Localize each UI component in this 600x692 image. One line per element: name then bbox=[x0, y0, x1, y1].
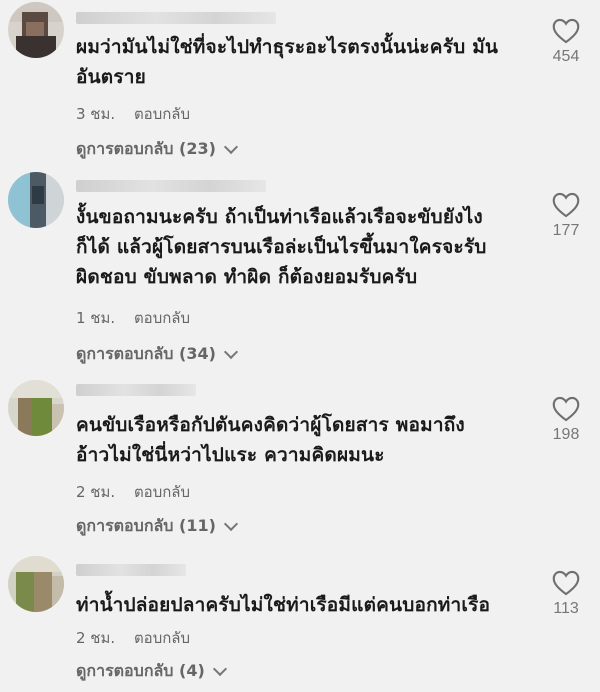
reply-button[interactable]: ตอบกลับ bbox=[134, 629, 190, 647]
comment-text-line: ท่าน้ำปล่อยปลาครับไม่ใช่ท่าเรือมีแต่คนบอ… bbox=[76, 594, 491, 616]
username-blurred[interactable] bbox=[76, 12, 276, 24]
comment-text-line: ผิดชอบ ขับพลาด ทำผิด ก็ต้องยอมรับครับ bbox=[76, 266, 418, 288]
view-replies-label: ดูการตอบกลับ (34) bbox=[76, 344, 216, 363]
comment-text-line: อันตราย bbox=[76, 66, 146, 88]
chevron-down-icon bbox=[223, 344, 238, 360]
reply-button[interactable]: ตอบกลับ bbox=[134, 105, 190, 123]
comment-meta: 3 ชม. ตอบกลับ bbox=[76, 102, 190, 126]
view-replies-button[interactable]: ดูการตอบกลับ (23) bbox=[76, 137, 238, 162]
view-replies-button[interactable]: ดูการตอบกลับ (4) bbox=[76, 659, 227, 684]
comment-text: ท่าน้ำปล่อยปลาครับไม่ใช่ท่าเรือมีแต่คนบอ… bbox=[76, 590, 536, 620]
comment-2: งั้นขอถามนะครับ ถ้าเป็นท่าเรือแล้วเรือจะ… bbox=[0, 170, 600, 370]
like-button[interactable]: 198 bbox=[543, 396, 589, 444]
like-count: 198 bbox=[552, 426, 580, 443]
avatar[interactable] bbox=[8, 556, 64, 612]
comment-text: งั้นขอถามนะครับ ถ้าเป็นท่าเรือแล้วเรือจะ… bbox=[76, 202, 536, 292]
reply-button[interactable]: ตอบกลับ bbox=[134, 483, 190, 501]
comment-text-line: คนขับเรือหรือกัปตันคงคิดว่าผู้โดยสาร พอม… bbox=[76, 414, 465, 436]
heart-icon bbox=[552, 396, 580, 422]
heart-icon bbox=[552, 192, 580, 218]
view-replies-button[interactable]: ดูการตอบกลับ (34) bbox=[76, 342, 238, 367]
heart-icon bbox=[552, 570, 580, 596]
like-count: 113 bbox=[553, 600, 579, 617]
reply-button[interactable]: ตอบกลับ bbox=[134, 309, 190, 327]
comment-meta: 1 ชม. ตอบกลับ bbox=[76, 306, 190, 330]
comment-meta: 2 ชม. ตอบกลับ bbox=[76, 480, 190, 504]
like-button[interactable]: 113 bbox=[543, 570, 589, 618]
avatar[interactable] bbox=[8, 2, 64, 58]
chevron-down-icon bbox=[223, 516, 238, 532]
comment-1: ผมว่ามันไม่ใช่ที่จะไปทำธุระอะไรตรงนั้นน่… bbox=[0, 0, 600, 170]
username-blurred[interactable] bbox=[76, 564, 186, 576]
view-replies-label: ดูการตอบกลับ (23) bbox=[76, 139, 216, 158]
comment-3: คนขับเรือหรือกัปตันคงคิดว่าผู้โดยสาร พอม… bbox=[0, 370, 600, 550]
username-blurred[interactable] bbox=[76, 384, 196, 396]
avatar[interactable] bbox=[8, 380, 64, 436]
view-replies-button[interactable]: ดูการตอบกลับ (11) bbox=[76, 514, 238, 539]
like-count: 454 bbox=[552, 48, 580, 65]
comment-text-line: อ้าวไม่ใช่นี่หว่าไปแระ ความคิดผมนะ bbox=[76, 444, 385, 466]
comment-time: 1 ชม. bbox=[76, 309, 116, 327]
chevron-down-icon bbox=[212, 661, 227, 677]
username-blurred[interactable] bbox=[76, 180, 266, 192]
like-button[interactable]: 454 bbox=[543, 18, 589, 66]
like-button[interactable]: 177 bbox=[543, 192, 589, 240]
like-count: 177 bbox=[552, 222, 580, 239]
view-replies-label: ดูการตอบกลับ (4) bbox=[76, 661, 205, 680]
comment-text-line: ก็ได้ แล้วผู้โดยสารบนเรือล่ะเป็นไรขึ้นมา… bbox=[76, 236, 487, 258]
comment-text-line: งั้นขอถามนะครับ ถ้าเป็นท่าเรือแล้วเรือจะ… bbox=[76, 206, 483, 228]
view-replies-label: ดูการตอบกลับ (11) bbox=[76, 516, 216, 535]
comment-text-line: ผมว่ามันไม่ใช่ที่จะไปทำธุระอะไรตรงนั้นน่… bbox=[76, 36, 499, 58]
comment-text: คนขับเรือหรือกัปตันคงคิดว่าผู้โดยสาร พอม… bbox=[76, 410, 536, 470]
comment-time: 2 ชม. bbox=[76, 483, 116, 501]
heart-icon bbox=[552, 18, 580, 44]
chevron-down-icon bbox=[223, 139, 238, 155]
comment-time: 2 ชม. bbox=[76, 629, 116, 647]
comment-time: 3 ชม. bbox=[76, 105, 116, 123]
comment-4: ท่าน้ำปล่อยปลาครับไม่ใช่ท่าเรือมีแต่คนบอ… bbox=[0, 550, 600, 692]
comment-meta: 2 ชม. ตอบกลับ bbox=[76, 626, 190, 650]
avatar[interactable] bbox=[8, 172, 64, 228]
comment-text: ผมว่ามันไม่ใช่ที่จะไปทำธุระอะไรตรงนั้นน่… bbox=[76, 32, 536, 92]
